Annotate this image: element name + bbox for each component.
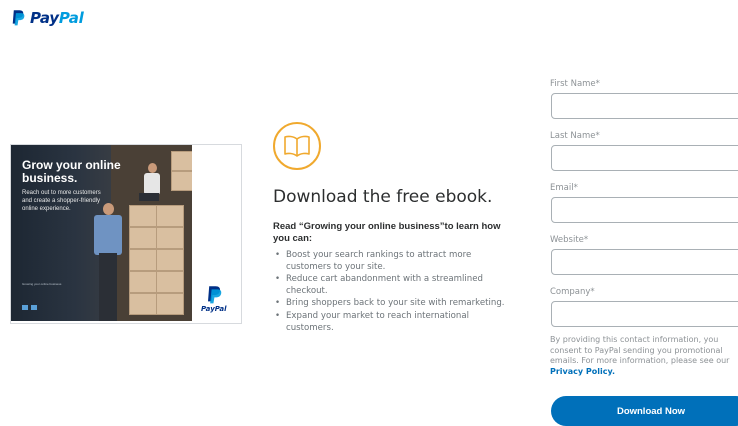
paypal-p-icon: [12, 10, 25, 26]
consent-text: By providing this contact information, y…: [550, 335, 730, 376]
logo-wordmark: PayPal: [30, 9, 84, 27]
company-field[interactable]: [551, 301, 738, 327]
website-label: Website*: [550, 235, 589, 245]
list-item: Expand your market to reach internationa…: [273, 311, 509, 334]
first-name-label: First Name*: [550, 79, 600, 89]
first-name-field[interactable]: [551, 93, 738, 119]
last-name-label: Last Name*: [550, 131, 600, 141]
download-now-button[interactable]: Download Now: [551, 396, 738, 426]
benefits-list: Boost your search rankings to attract mo…: [273, 250, 509, 335]
ebook-lead-text: Read “Growing your online business”to le…: [273, 221, 501, 244]
website-field[interactable]: [551, 249, 738, 275]
book-icon: [273, 122, 321, 170]
list-item: Reduce cart abandonment with a streamlin…: [273, 274, 509, 297]
email-field[interactable]: [551, 197, 738, 223]
paypal-p-icon: [207, 286, 222, 304]
page-headline: Download the free ebook.: [273, 187, 493, 207]
email-label: Email*: [550, 183, 578, 193]
cover-paypal-logo: PayPal: [201, 285, 227, 313]
paypal-logo[interactable]: PayPal: [11, 9, 84, 27]
privacy-policy-link[interactable]: Privacy Policy.: [550, 367, 615, 376]
list-item: Bring shoppers back to your site with re…: [273, 298, 509, 310]
cover-title: Grow your online business.: [22, 158, 121, 185]
last-name-field[interactable]: [551, 145, 738, 171]
list-item: Boost your search rankings to attract mo…: [273, 250, 509, 273]
cover-subtitle: Reach out to more customers and create a…: [22, 190, 101, 212]
company-label: Company*: [550, 287, 595, 297]
cover-social-icons: [22, 305, 37, 310]
cover-fine-print: Growing your online business: [22, 282, 62, 286]
ebook-cover-image: Grow your online business. Reach out to …: [10, 144, 242, 324]
